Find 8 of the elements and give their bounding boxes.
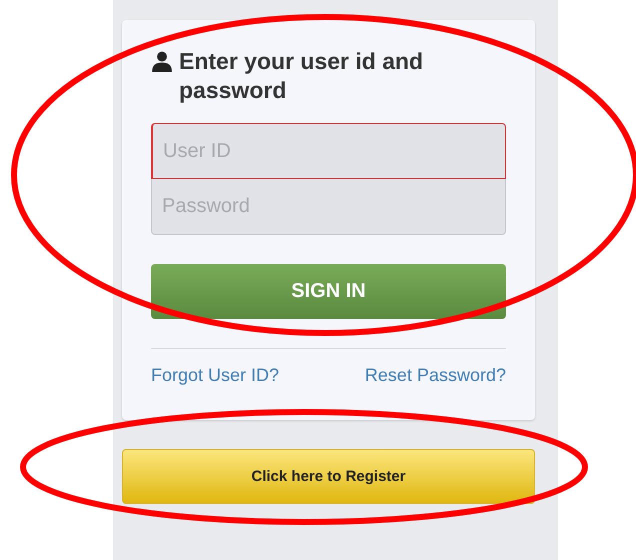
input-field[interactable]: User ID: [151, 123, 506, 179]
input-field[interactable]: Password: [151, 179, 506, 235]
heading-text: Enter your user id and password: [179, 47, 424, 105]
text-link[interactable]: Reset Password?: [364, 365, 506, 386]
register-button[interactable]: Click here to Register: [122, 449, 535, 504]
user-icon: [151, 50, 173, 72]
text-link[interactable]: Forgot User ID?: [151, 365, 280, 386]
sign-in-button[interactable]: SIGN IN: [151, 264, 506, 319]
